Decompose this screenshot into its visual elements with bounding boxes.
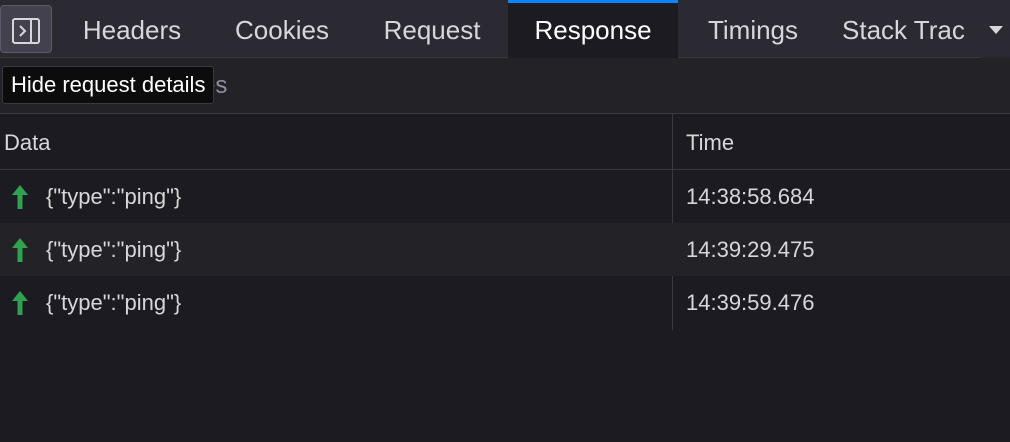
message-time: 14:39:59.476: [686, 290, 815, 315]
sent-arrow-icon: [12, 238, 28, 262]
tab-request[interactable]: Request: [352, 0, 512, 58]
messages-table: Data Time {"type":"ping"} 14:38:58.684 {…: [0, 114, 1010, 442]
details-tabbar: Headers Cookies Request Response Timings…: [0, 0, 1010, 58]
tab-headers[interactable]: Headers: [52, 0, 212, 58]
tab-timings[interactable]: Timings: [682, 0, 824, 58]
sidebar-toggle-icon: [12, 18, 40, 44]
tab-cookies[interactable]: Cookies: [212, 0, 352, 58]
table-row[interactable]: {"type":"ping"} 14:39:59.476: [0, 276, 1010, 329]
table-header: Data Time: [0, 114, 1010, 170]
tab-response[interactable]: Response: [508, 0, 678, 58]
tooltip-hide-request-details: Hide request details: [2, 66, 215, 104]
table-row[interactable]: {"type":"ping"} 14:38:58.684: [0, 170, 1010, 223]
tab-stack-trace[interactable]: Stack Trac: [842, 0, 980, 58]
message-time: 14:39:29.475: [686, 237, 815, 262]
message-data: {"type":"ping"}: [46, 184, 182, 209]
column-header-time[interactable]: Time: [686, 114, 734, 170]
hide-request-details-button[interactable]: [0, 5, 52, 53]
sent-arrow-icon: [12, 291, 28, 315]
column-header-data[interactable]: Data: [4, 114, 50, 170]
tab-list: Headers Cookies Request Response Timings…: [52, 0, 980, 58]
table-row[interactable]: {"type":"ping"} 14:39:29.475: [0, 223, 1010, 276]
message-data: {"type":"ping"}: [46, 290, 182, 315]
sent-arrow-icon: [12, 185, 28, 209]
message-time: 14:38:58.684: [686, 184, 815, 209]
tabs-overflow-button[interactable]: [980, 0, 1010, 58]
message-data: {"type":"ping"}: [46, 237, 182, 262]
chevron-down-icon: [989, 26, 1003, 34]
